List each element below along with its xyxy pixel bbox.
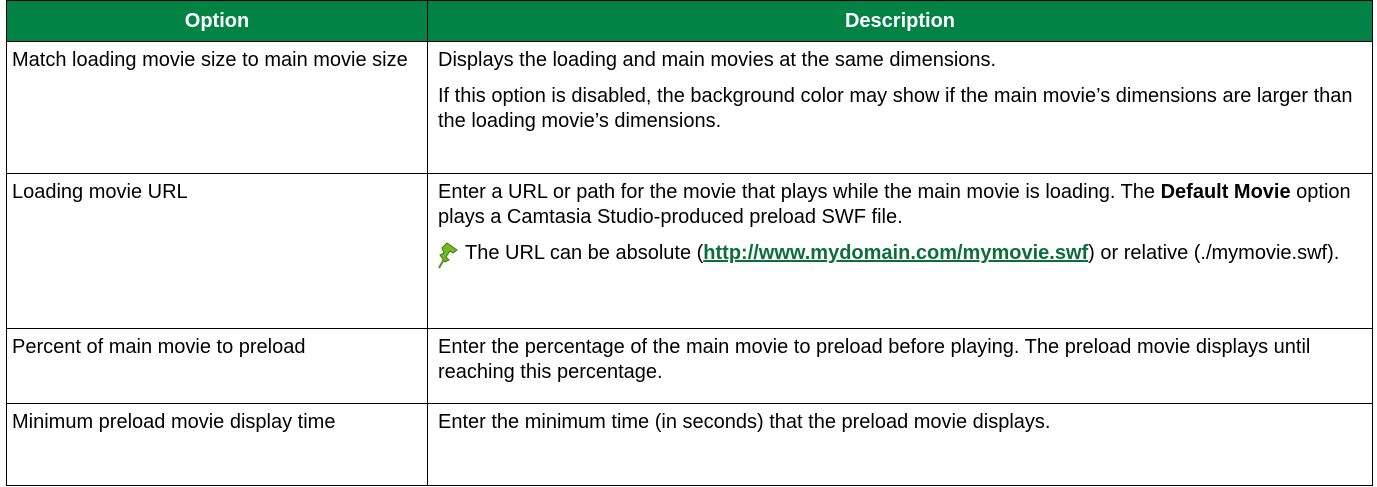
description-text: Displays the loading and main movies at …	[438, 49, 997, 71]
table-row: Loading movie URL Enter a URL or path fo…	[6, 173, 1373, 329]
table-row: Percent of main movie to preload Enter t…	[6, 328, 1373, 404]
pushpin-icon	[438, 242, 458, 269]
default-movie-label: Default Movie	[1160, 181, 1291, 203]
option-cell: Match loading movie size to main movie s…	[6, 41, 428, 174]
description-text: Enter the percentage of the main movie t…	[438, 336, 1311, 383]
column-header-description: Description	[427, 0, 1373, 42]
table-header-row: Option Description	[6, 0, 1373, 42]
column-header-option: Option	[6, 0, 428, 42]
note-text: The URL can be absolute (	[465, 242, 704, 264]
table-row: Match loading movie size to main movie s…	[6, 41, 1373, 174]
description-cell: Enter the minimum time (in seconds) that…	[427, 403, 1373, 486]
description-cell: Enter a URL or path for the movie that p…	[427, 173, 1373, 329]
note-text: ) or relative (./mymovie.swf).	[1088, 242, 1340, 264]
description-text-part: Enter a URL or path for the movie that p…	[438, 181, 1161, 203]
option-cell: Percent of main movie to preload	[6, 328, 428, 404]
option-cell: Loading movie URL	[6, 173, 428, 329]
table-row: Minimum preload movie display time Enter…	[6, 403, 1373, 486]
note: The URL can be absolute (http://www.mydo…	[438, 241, 1364, 269]
description-text: Enter a URL or path for the movie that p…	[438, 180, 1364, 230]
description-cell: Enter the percentage of the main movie t…	[427, 328, 1373, 404]
description-cell: Displays the loading and main movies at …	[427, 41, 1373, 174]
option-cell: Minimum preload movie display time	[6, 403, 428, 486]
description-text: Enter the minimum time (in seconds) that…	[438, 411, 1051, 433]
description-text: If this option is disabled, the backgrou…	[438, 85, 1353, 132]
options-table: Option Description Match loading movie s…	[6, 0, 1373, 486]
example-url-link[interactable]: http://www.mydomain.com/mymovie.swf	[703, 242, 1088, 264]
